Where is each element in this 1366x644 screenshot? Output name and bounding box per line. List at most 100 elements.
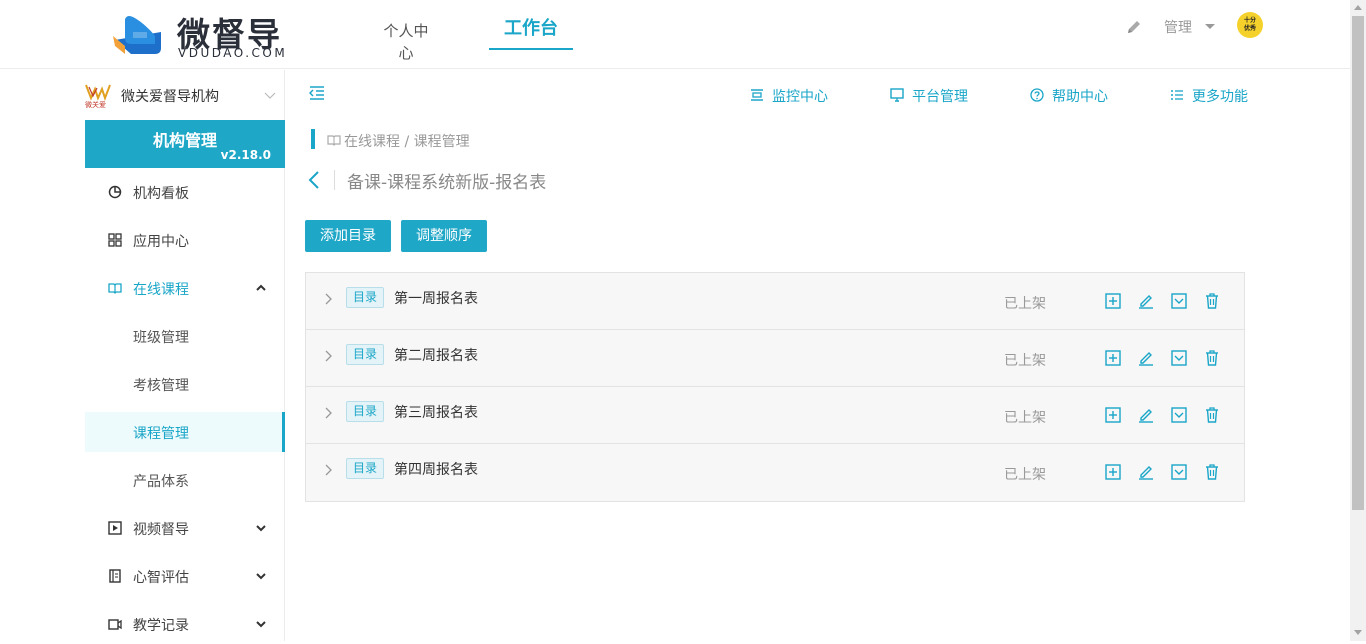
main-content: 监控中心 平台管理 帮助中心 更多功能 在线课程 / 课程管理 备课-课程系统新… [285,70,1350,641]
chevron-up-icon [256,284,266,291]
tab-label: 个人中心 [383,22,429,62]
edit-icon[interactable] [1138,464,1154,480]
chevron-down-icon [256,573,266,580]
help-circle-icon [1030,88,1044,102]
toolbar-more-features[interactable]: 更多功能 [1170,86,1260,105]
desktop-icon [890,88,904,102]
scroll-down-arrow-icon[interactable] [1354,630,1362,635]
toolbar-label: 更多功能 [1192,89,1248,105]
scroll-up-arrow-icon[interactable] [1354,5,1362,10]
pencil-icon[interactable] [1126,19,1142,35]
sidebar-item-label: 应用中心 [133,234,189,250]
toolbar-monitor-center[interactable]: 监控中心 [750,86,840,105]
sidebar-item-course-management[interactable]: 课程管理 [85,412,285,452]
vdudao-logo-icon [113,16,161,54]
add-child-icon[interactable] [1105,407,1121,423]
status-label: 已上架 [1004,296,1046,312]
page-scrollbar[interactable] [1350,0,1366,641]
edit-icon[interactable] [1138,407,1154,423]
sidebar-item-online-courses[interactable]: 在线课程 [85,268,285,308]
add-child-icon[interactable] [1105,350,1121,366]
sidebar-item-label: 在线课程 [133,282,189,298]
delete-icon[interactable] [1204,350,1220,366]
org-name: 微关爱督导机构 [121,89,219,105]
institution-panel: 机构管理 v2.18.0 [85,120,285,168]
sidebar-item-class-management[interactable]: 班级管理 [85,316,285,356]
list-item[interactable]: 目录 第二周报名表 已上架 [306,330,1244,387]
sidebar-item-label: 心智评估 [133,570,189,586]
version-label: v2.18.0 [220,148,271,162]
toolbar-help-center[interactable]: 帮助中心 [1030,86,1120,105]
directory-name: 第一周报名表 [394,291,478,307]
delete-icon[interactable] [1204,407,1220,423]
top-bar: 微督导 VDUDAO.COM 个人中心 工作台 管理 十分优秀 [0,0,1350,69]
camera-icon [108,619,122,630]
edit-icon[interactable] [1138,293,1154,309]
user-menu-label[interactable]: 管理 [1164,17,1192,37]
chevron-down-icon[interactable] [263,88,277,102]
delete-icon[interactable] [1204,293,1220,309]
sidebar-item-mental-assessment[interactable]: 心智评估 [85,556,285,596]
chevron-right-icon[interactable] [324,464,334,476]
scroll-thumb[interactable] [1352,16,1364,510]
sidebar-item-label: 班级管理 [133,330,189,346]
sidebar-item-assessment-management[interactable]: 考核管理 [85,364,285,404]
breadcrumb-accent [311,129,315,149]
sidebar-item-product-system[interactable]: 产品体系 [85,460,285,500]
sidebar: 微关爱 微关爱督导机构 机构管理 v2.18.0 机构看板 应用中心 在线课程 [85,70,285,641]
list-icon [1171,90,1183,100]
directory-tag: 目录 [346,287,385,308]
move-down-icon[interactable] [1171,407,1187,423]
title-divider [334,170,335,190]
tab-workbench[interactable]: 工作台 [489,18,573,50]
org-logo-text: 微关爱 [85,101,106,109]
toolbar-platform-management[interactable]: 平台管理 [890,86,980,105]
caret-down-icon[interactable] [1205,24,1215,29]
directory-name: 第四周报名表 [394,462,478,478]
play-icon [108,521,122,535]
directory-tag: 目录 [346,401,385,422]
add-child-icon[interactable] [1105,464,1121,480]
delete-icon[interactable] [1204,464,1220,480]
move-down-icon[interactable] [1171,464,1187,480]
sidebar-item-label: 视频督导 [133,522,189,538]
chevron-right-icon[interactable] [324,293,334,305]
back-arrow-icon[interactable] [308,171,320,189]
grid-icon [108,233,122,247]
toolbar-label: 平台管理 [912,89,968,105]
move-down-icon[interactable] [1171,293,1187,309]
directory-name: 第二周报名表 [394,348,478,364]
list-item[interactable]: 目录 第四周报名表 已上架 [306,444,1244,501]
directory-list: 目录 第一周报名表 已上架 目录 第二周报名表 已上架 目录 第三周报名表 已上… [305,272,1245,502]
avatar[interactable]: 十分优秀 [1237,12,1263,38]
list-item[interactable]: 目录 第一周报名表 已上架 [306,273,1244,330]
sidebar-item-app-center[interactable]: 应用中心 [85,220,285,260]
list-item[interactable]: 目录 第三周报名表 已上架 [306,387,1244,444]
sidebar-item-label: 机构看板 [133,186,189,202]
notebook-icon [109,569,121,583]
collapse-sidebar-icon[interactable] [309,86,325,100]
chevron-right-icon[interactable] [324,350,334,362]
brand-logo[interactable]: 微督导 VDUDAO.COM [111,8,291,62]
brand-domain: VDUDAO.COM [178,46,288,60]
add-child-icon[interactable] [1105,293,1121,309]
pie-chart-icon [108,185,122,199]
tab-personal-center[interactable]: 个人中心 [377,20,435,62]
directory-name: 第三周报名表 [394,405,478,421]
status-label: 已上架 [1004,467,1046,483]
reorder-button[interactable]: 调整顺序 [401,220,487,252]
page-title: 备课-课程系统新版-报名表 [347,173,547,193]
org-selector[interactable]: 微关爱 微关爱督导机构 [85,78,285,112]
toolbar-label: 帮助中心 [1052,89,1108,105]
sidebar-item-video-supervision[interactable]: 视频督导 [85,508,285,548]
add-directory-button[interactable]: 添加目录 [305,220,391,252]
move-down-icon[interactable] [1171,350,1187,366]
tab-label: 工作台 [504,18,558,39]
sidebar-item-label: 考核管理 [133,378,189,394]
sidebar-item-label: 教学记录 [133,618,189,634]
chevron-right-icon[interactable] [324,407,334,419]
sidebar-item-teaching-records[interactable]: 教学记录 [85,604,285,644]
edit-icon[interactable] [1138,350,1154,366]
sidebar-item-dashboard[interactable]: 机构看板 [85,172,285,212]
book-open-icon [327,135,341,146]
